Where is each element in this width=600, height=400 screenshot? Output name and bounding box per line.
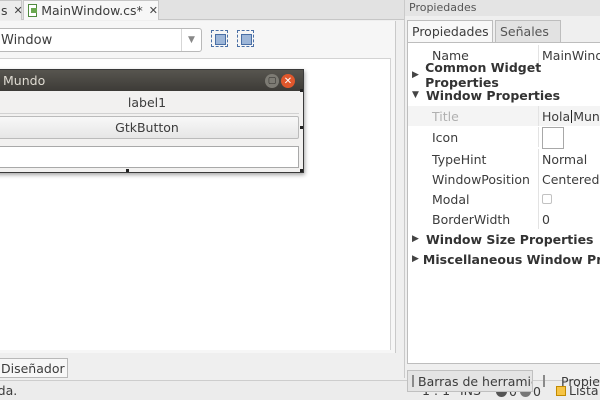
column-divider <box>538 189 539 209</box>
select-widget-icon[interactable] <box>211 30 228 47</box>
selection-handle[interactable] <box>300 89 303 92</box>
tab-signals-label: Señales <box>500 24 549 39</box>
properties-pad: Propiedades Señales Name MainWindow ▶ Co… <box>404 16 600 392</box>
property-row-borderwidth[interactable]: BorderWidth 0 <box>408 209 600 229</box>
file-icon <box>28 4 38 17</box>
tab-designer[interactable]: Diseñador <box>0 358 68 378</box>
property-row-typehint[interactable]: TypeHint Normal <box>408 149 600 169</box>
property-value[interactable]: Centered <box>542 169 599 189</box>
property-row-modal[interactable]: Modal <box>408 189 600 209</box>
tab-properties-pad[interactable]: Propiedades <box>539 370 600 392</box>
chevron-right-icon[interactable]: ▶ <box>412 234 422 244</box>
widget-selector-combo[interactable]: Window ▼ <box>0 28 202 52</box>
label-widget-text: label1 <box>127 95 167 110</box>
property-row-windowposition[interactable]: WindowPosition Centered <box>408 169 600 189</box>
category-window-properties[interactable]: ▼ Window Properties <box>408 85 600 105</box>
selection-handle[interactable] <box>300 169 303 172</box>
designed-window-titlebar[interactable]: Mundo <box>0 70 303 91</box>
property-value[interactable]: 0 <box>542 209 550 229</box>
selection-handle[interactable] <box>126 169 129 172</box>
selection-handle[interactable] <box>300 126 303 129</box>
pad-bottom-tabs: Barras de herramientas Propiedades <box>407 370 600 392</box>
close-icon[interactable]: ✕ <box>281 74 295 88</box>
widget-selector-value: Window <box>1 32 53 48</box>
text-caret <box>571 109 573 123</box>
entry-widget[interactable] <box>0 146 299 168</box>
category-label: Miscellaneous Window Properties <box>422 251 600 267</box>
properties-icon <box>543 375 545 387</box>
property-name: Icon <box>432 129 459 145</box>
close-icon[interactable]: ✕ <box>149 4 158 17</box>
designed-window[interactable]: Mundo ▢ ✕ label1 GtkButton <box>0 69 304 173</box>
icon-preview-box[interactable] <box>542 127 564 149</box>
title-value-part: Mundo <box>573 108 600 124</box>
column-divider <box>538 106 539 126</box>
tab-properties-label: Propiedades <box>412 24 489 39</box>
status-message: ada. <box>0 383 18 398</box>
chevron-down-icon[interactable]: ▼ <box>181 29 201 51</box>
gtk-button-text: GtkButton <box>115 120 179 135</box>
property-name: Modal <box>432 191 470 207</box>
checkbox[interactable] <box>542 194 552 204</box>
tab-previous-label: s <box>1 3 8 18</box>
property-value[interactable]: Normal <box>542 149 587 169</box>
category-miscellaneous-window-properties[interactable]: ▶ Miscellaneous Window Properties <box>408 249 600 269</box>
category-common-widget-properties[interactable]: ▶ Common Widget Properties <box>408 60 600 90</box>
toolbar-icon <box>412 375 414 387</box>
chevron-right-icon[interactable]: ▶ <box>412 254 419 264</box>
tab-designer-label: Diseñador <box>1 360 65 376</box>
column-divider <box>538 169 539 189</box>
icon-picker[interactable] <box>542 127 564 149</box>
property-row-icon[interactable]: Icon <box>408 127 600 149</box>
column-divider <box>538 149 539 169</box>
minimize-icon[interactable]: ▢ <box>265 74 279 88</box>
gtk-button-widget[interactable]: GtkButton <box>0 116 299 139</box>
property-name: TypeHint <box>432 151 487 167</box>
category-window-size-properties[interactable]: ▶ Window Size Properties <box>408 229 600 249</box>
property-grid: Name MainWindow ▶ Common Widget Properti… <box>407 42 600 364</box>
chevron-down-icon[interactable]: ▼ <box>412 90 422 100</box>
tab-properties[interactable]: Propiedades <box>407 20 493 42</box>
tab-signals[interactable]: Señales <box>495 20 561 42</box>
category-label: Window Size Properties <box>426 231 594 247</box>
label-widget[interactable]: label1 <box>0 92 299 114</box>
tab-toolbars[interactable]: Barras de herramientas <box>407 370 533 392</box>
select-container-icon[interactable] <box>237 30 254 47</box>
property-row-title[interactable]: Title Hola Mundo <box>408 106 600 126</box>
tab-previous-document[interactable]: s ✕ <box>0 0 23 20</box>
tab-properties-pad-label: Propiedades <box>561 373 600 389</box>
category-label: Window Properties <box>426 87 561 103</box>
property-name: BorderWidth <box>432 211 511 227</box>
chevron-right-icon[interactable]: ▶ <box>412 70 421 80</box>
title-value-part: Hola <box>542 108 571 124</box>
modal-checkbox[interactable] <box>542 189 552 209</box>
property-name: WindowPosition <box>432 171 530 187</box>
property-name: Title <box>432 108 459 124</box>
tab-mainwindow-cs[interactable]: MainWindow.cs* ✕ <box>23 0 159 20</box>
close-icon[interactable]: ✕ <box>14 4 23 17</box>
pad-title: Propiedades <box>404 0 600 16</box>
column-divider <box>538 127 539 147</box>
title-value-editor[interactable]: Hola Mundo <box>542 106 600 126</box>
tab-toolbars-label: Barras de herramientas <box>418 373 532 389</box>
tab-mainwindow-label: MainWindow.cs* <box>41 3 143 18</box>
column-divider <box>538 209 539 229</box>
designed-window-title: Mundo <box>3 73 46 88</box>
